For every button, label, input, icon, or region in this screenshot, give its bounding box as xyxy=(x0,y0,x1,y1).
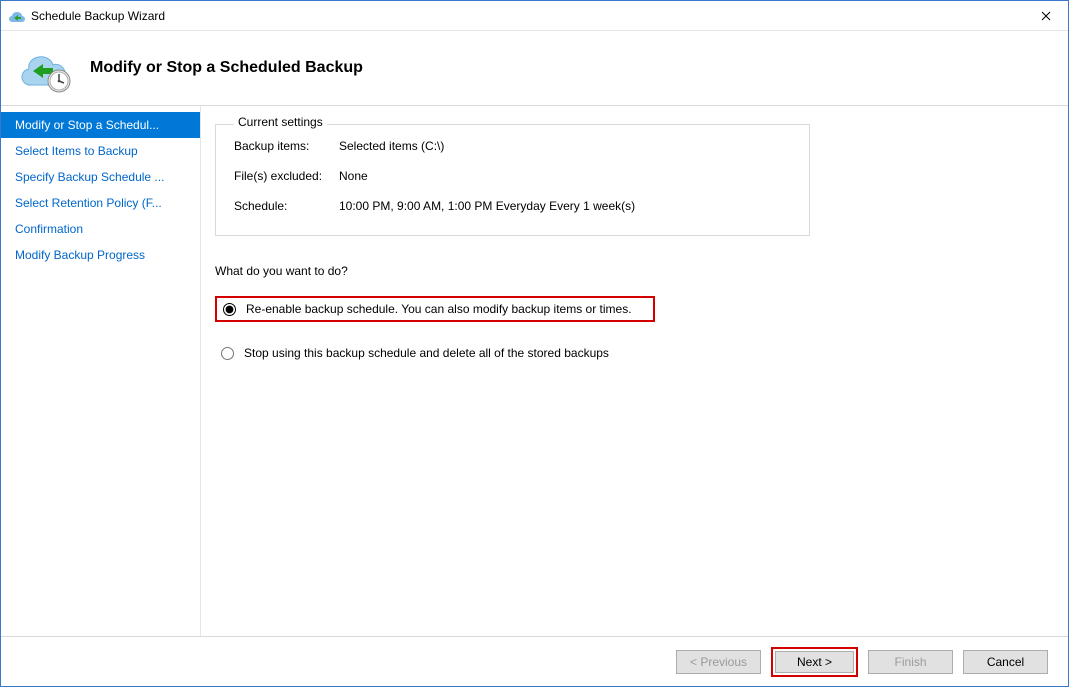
main-panel: Current settings Backup items: Selected … xyxy=(201,106,1068,636)
cancel-button[interactable]: Cancel xyxy=(963,650,1048,674)
finish-button: Finish xyxy=(868,650,953,674)
backup-items-value: Selected items (C:\) xyxy=(339,139,444,153)
question-label: What do you want to do? xyxy=(215,264,1038,278)
sidebar: Modify or Stop a Schedul... Select Items… xyxy=(1,106,201,636)
header: Modify or Stop a Scheduled Backup xyxy=(1,31,1068,106)
app-icon xyxy=(9,8,25,24)
radio-reenable-label: Re-enable backup schedule. You can also … xyxy=(246,302,632,316)
sidebar-item-specify-schedule[interactable]: Specify Backup Schedule ... xyxy=(1,164,200,190)
radio-stop-label: Stop using this backup schedule and dele… xyxy=(244,346,609,360)
current-settings-legend: Current settings xyxy=(234,115,327,129)
files-excluded-label: File(s) excluded: xyxy=(234,169,339,183)
page-title: Modify or Stop a Scheduled Backup xyxy=(90,59,363,77)
window-title: Schedule Backup Wizard xyxy=(31,9,1023,23)
option-reenable[interactable]: Re-enable backup schedule. You can also … xyxy=(215,296,655,322)
backup-cloud-icon xyxy=(19,41,74,96)
current-settings-group: Current settings Backup items: Selected … xyxy=(215,124,810,236)
radio-stop[interactable] xyxy=(221,347,234,360)
sidebar-item-modify-stop[interactable]: Modify or Stop a Schedul... xyxy=(1,112,200,138)
schedule-label: Schedule: xyxy=(234,199,339,213)
footer: < Previous Next > Finish Cancel xyxy=(1,636,1068,686)
settings-row-schedule: Schedule: 10:00 PM, 9:00 AM, 1:00 PM Eve… xyxy=(234,199,791,213)
sidebar-item-confirmation[interactable]: Confirmation xyxy=(1,216,200,242)
settings-row-backup-items: Backup items: Selected items (C:\) xyxy=(234,139,791,153)
backup-items-label: Backup items: xyxy=(234,139,339,153)
body: Modify or Stop a Schedul... Select Items… xyxy=(1,106,1068,636)
previous-button: < Previous xyxy=(676,650,761,674)
settings-row-files-excluded: File(s) excluded: None xyxy=(234,169,791,183)
option-stop[interactable]: Stop using this backup schedule and dele… xyxy=(215,342,1038,364)
sidebar-item-progress[interactable]: Modify Backup Progress xyxy=(1,242,200,268)
next-button-highlight: Next > xyxy=(771,647,858,677)
next-button[interactable]: Next > xyxy=(775,651,854,673)
wizard-window: Schedule Backup Wizard Modify or Stop a … xyxy=(0,0,1069,687)
sidebar-item-select-items[interactable]: Select Items to Backup xyxy=(1,138,200,164)
close-button[interactable] xyxy=(1023,1,1068,31)
sidebar-item-retention-policy[interactable]: Select Retention Policy (F... xyxy=(1,190,200,216)
files-excluded-value: None xyxy=(339,169,368,183)
radio-reenable[interactable] xyxy=(223,303,236,316)
titlebar: Schedule Backup Wizard xyxy=(1,1,1068,31)
schedule-value: 10:00 PM, 9:00 AM, 1:00 PM Everyday Ever… xyxy=(339,199,635,213)
